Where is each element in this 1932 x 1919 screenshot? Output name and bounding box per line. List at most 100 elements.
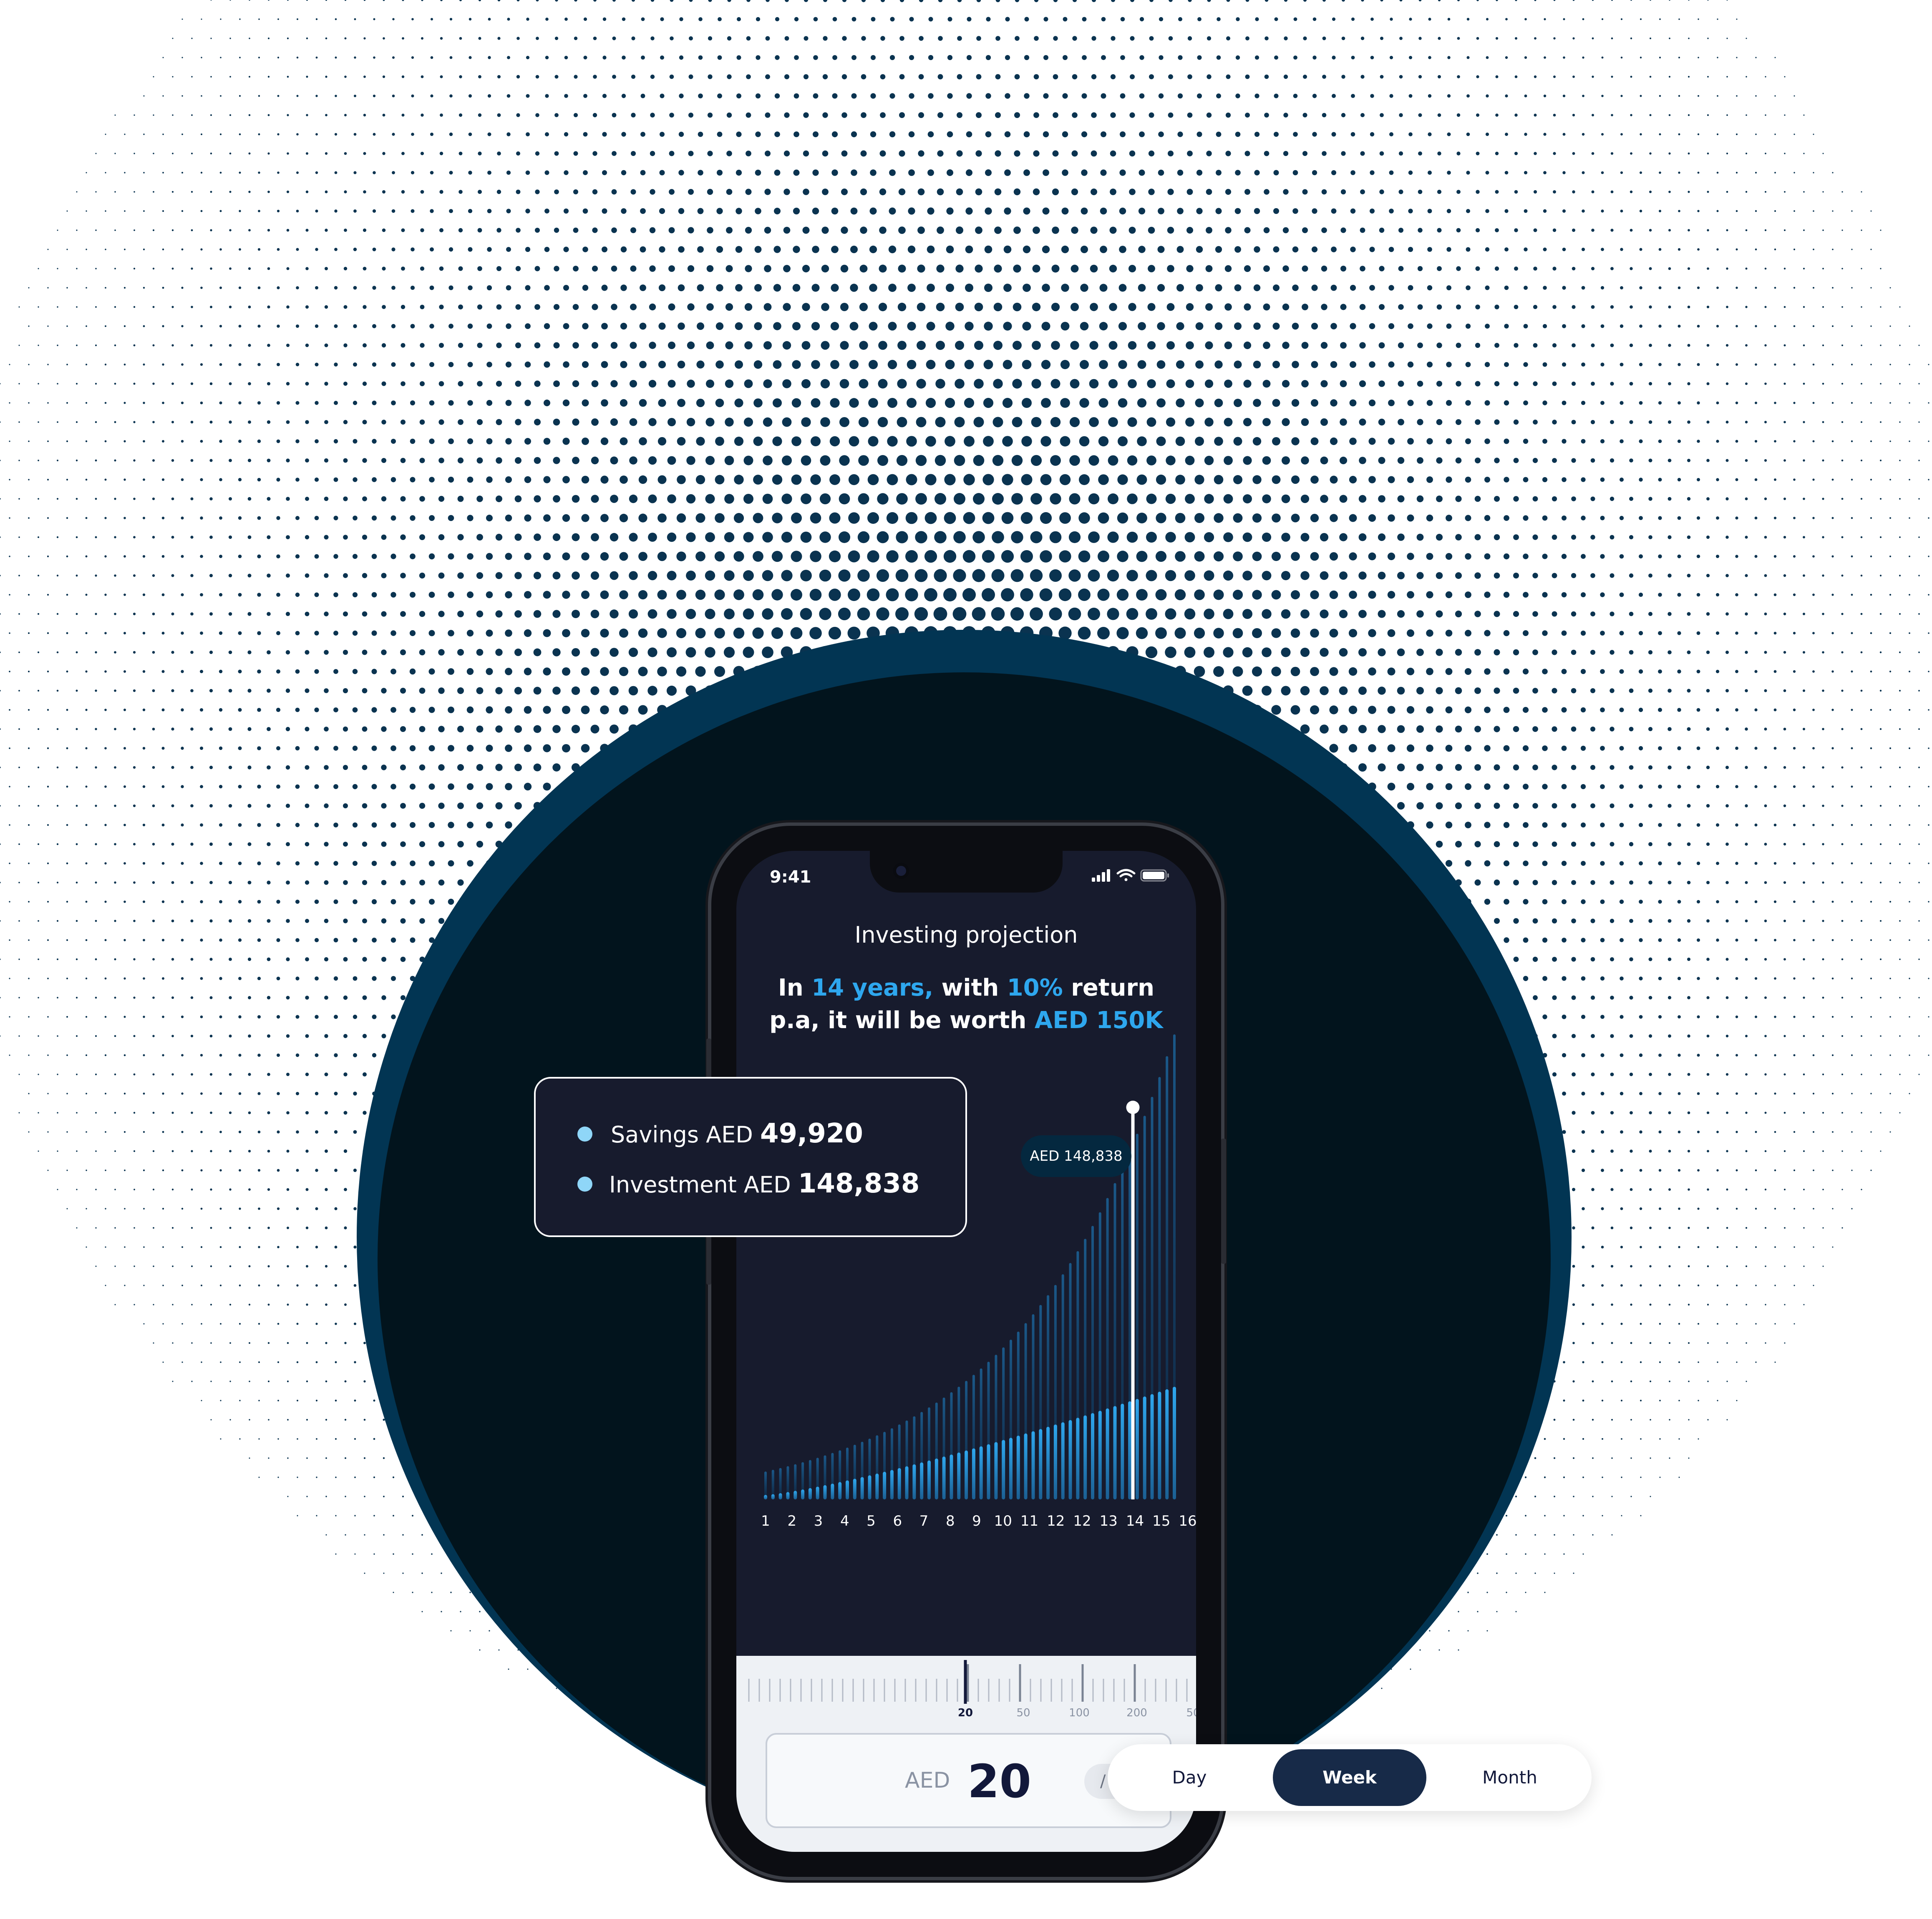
- halftone-dot: [114, 536, 116, 538]
- halftone-dot: [1928, 364, 1929, 365]
- halftone-dot: [582, 284, 589, 291]
- halftone-dot: [1870, 709, 1872, 711]
- halftone-dot: [1571, 535, 1576, 540]
- halftone-dot: [123, 862, 126, 865]
- halftone-dot: [1262, 418, 1271, 426]
- halftone-dot: [1166, 303, 1175, 311]
- halftone-dot: [66, 978, 68, 979]
- halftone-dot: [1706, 689, 1710, 693]
- halftone-dot: [1194, 475, 1204, 485]
- halftone-dot: [1407, 591, 1414, 599]
- halftone-dot: [1640, 56, 1642, 59]
- halftone-dot: [1418, 228, 1423, 233]
- halftone-dot: [1688, 114, 1690, 116]
- halftone-dot: [1774, 133, 1776, 135]
- halftone-dot: [1600, 401, 1605, 405]
- halftone-dot: [1242, 647, 1253, 658]
- halftone-dot: [28, 671, 30, 672]
- halftone-dot: [18, 958, 20, 960]
- halftone-dot: [1322, 36, 1326, 40]
- halftone-dot: [209, 843, 213, 846]
- halftone-dot: [1668, 344, 1671, 347]
- halftone-dot: [1053, 36, 1058, 41]
- halftone-dot: [1552, 420, 1557, 425]
- halftone-dot: [1590, 458, 1595, 463]
- halftone-dot: [28, 287, 30, 289]
- halftone-dot: [104, 363, 107, 366]
- halftone-dot: [1561, 553, 1567, 559]
- halftone-dot: [829, 436, 840, 447]
- halftone-dot: [1059, 550, 1071, 563]
- halftone-dot: [1726, 152, 1728, 155]
- halftone-dot: [104, 824, 107, 826]
- halftone-dot: [1889, 670, 1892, 673]
- halftone-dot: [1600, 899, 1605, 904]
- halftone-dot: [57, 345, 58, 346]
- halftone-dot: [1436, 533, 1443, 541]
- halftone-dot: [698, 131, 703, 137]
- halftone-dot: [524, 629, 532, 637]
- halftone-dot: [1706, 727, 1710, 731]
- halftone-dot: [991, 569, 1005, 582]
- halftone-dot: [1428, 18, 1431, 21]
- halftone-dot: [1196, 131, 1202, 137]
- halftone-dot: [410, 515, 416, 521]
- halftone-dot: [1755, 363, 1757, 366]
- halftone-dot: [409, 707, 416, 713]
- halftone-dot: [9, 786, 10, 787]
- halftone-dot: [733, 627, 745, 639]
- halftone-dot: [1822, 344, 1824, 347]
- halftone-dot: [1513, 764, 1519, 771]
- halftone-dot: [1831, 785, 1834, 788]
- halftone-dot: [343, 880, 348, 885]
- halftone-dot: [1330, 437, 1338, 445]
- halftone-dot: [735, 246, 743, 253]
- halftone-dot: [533, 648, 542, 656]
- halftone-dot: [1793, 785, 1796, 788]
- halftone-dot: [1033, 226, 1040, 234]
- halftone-dot: [430, 247, 434, 252]
- halftone-dot: [56, 728, 59, 730]
- halftone-dot: [975, 264, 983, 273]
- halftone-dot: [1696, 708, 1700, 712]
- halftone-dot: [1639, 362, 1643, 367]
- halftone-dot: [410, 822, 416, 828]
- halftone-dot: [1475, 304, 1480, 309]
- halftone-dot: [143, 248, 145, 251]
- halftone-dot: [209, 612, 213, 616]
- halftone-dot: [525, 285, 531, 291]
- halftone-dot: [1207, 0, 1211, 2]
- halftone-dot: [190, 689, 194, 692]
- halftone-dot: [1117, 474, 1128, 485]
- halftone-dot: [1841, 498, 1844, 500]
- halftone-dot: [1600, 784, 1605, 789]
- halftone-dot: [648, 533, 657, 542]
- halftone-dot: [1553, 0, 1556, 1]
- halftone-dot: [1735, 785, 1738, 788]
- halftone-dot: [1745, 727, 1748, 731]
- halftone-dot: [1542, 592, 1548, 598]
- halftone-dot: [792, 284, 801, 292]
- halftone-dot: [1600, 822, 1605, 827]
- halftone-dot: [544, 323, 550, 329]
- halftone-dot: [1928, 402, 1929, 404]
- halftone-dot: [1822, 766, 1824, 769]
- halftone-dot: [1494, 841, 1500, 848]
- halftone-dot: [1783, 612, 1786, 616]
- halftone-dot: [324, 765, 329, 770]
- halftone-dot: [1360, 36, 1365, 40]
- halftone-dot: [85, 594, 88, 596]
- halftone-dot: [1592, 75, 1594, 78]
- halftone-dot: [543, 782, 551, 791]
- halftone-dot: [1252, 628, 1262, 638]
- halftone-dot: [1668, 305, 1671, 309]
- halftone-dot: [1012, 379, 1022, 389]
- halftone-dot: [238, 363, 242, 366]
- halftone-dot: [390, 822, 396, 828]
- halftone-dot: [362, 573, 368, 578]
- halftone-dot: [1358, 687, 1367, 695]
- halftone-dot: [1052, 226, 1059, 234]
- halftone-dot: [1369, 361, 1375, 368]
- halftone-dot: [1378, 610, 1386, 618]
- halftone-dot: [571, 686, 580, 695]
